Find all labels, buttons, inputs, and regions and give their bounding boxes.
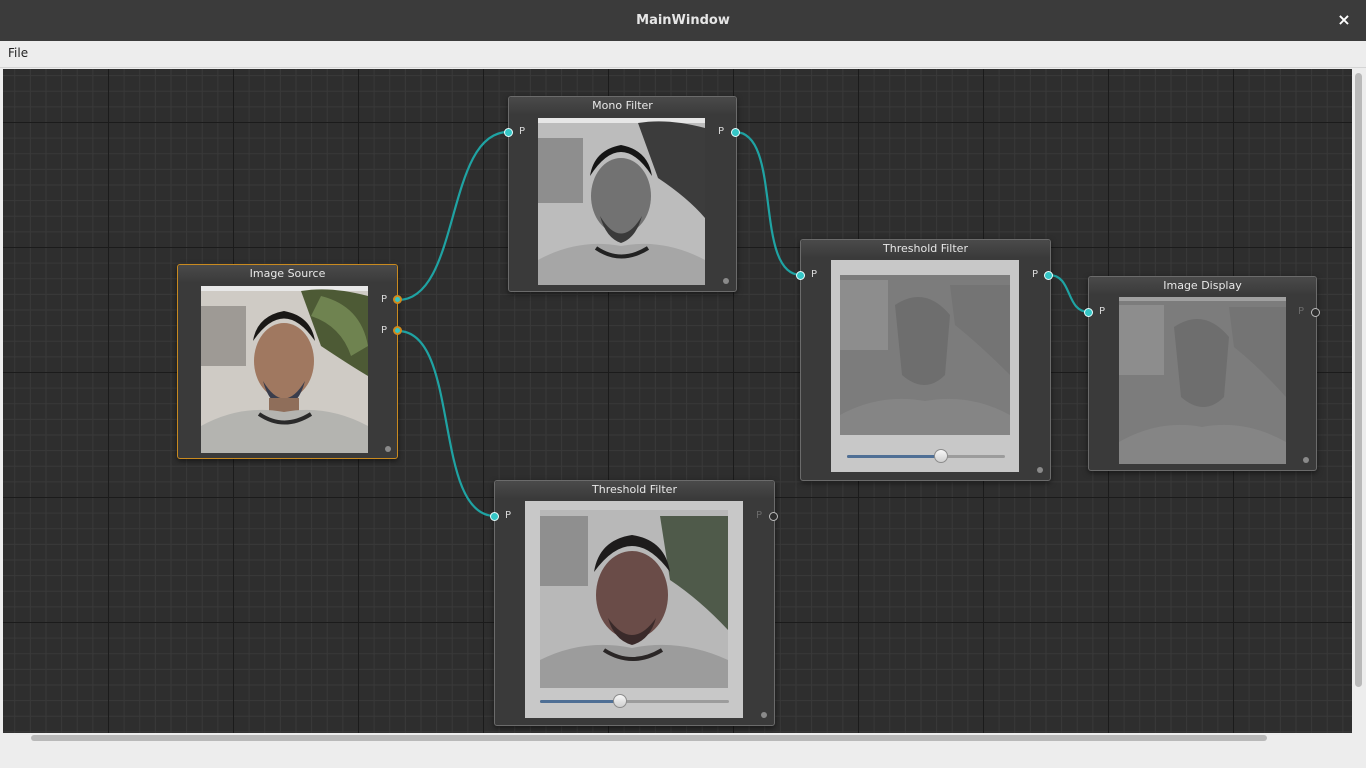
port-label-out-2: P bbox=[381, 325, 388, 336]
output-port[interactable] bbox=[1311, 308, 1320, 317]
slider-fill bbox=[847, 455, 942, 458]
port-label-out: P bbox=[1032, 269, 1039, 280]
close-icon[interactable]: × bbox=[1336, 10, 1352, 30]
input-port[interactable] bbox=[504, 128, 513, 137]
wire-threshold-to-display bbox=[1048, 273, 1090, 314]
output-port[interactable] bbox=[1044, 271, 1053, 280]
wire-source-to-threshold-bottom bbox=[397, 329, 496, 518]
threshold-preview-panel bbox=[831, 260, 1019, 472]
port-label-in: P bbox=[519, 126, 526, 137]
node-image-display[interactable]: Image Display P P bbox=[1084, 276, 1320, 471]
port-label-out: P bbox=[756, 510, 763, 521]
threshold-top-preview bbox=[840, 275, 1010, 435]
menu-file[interactable]: File bbox=[8, 46, 28, 60]
node-title: Mono Filter bbox=[509, 97, 736, 115]
node-title: Threshold Filter bbox=[495, 481, 774, 499]
input-port[interactable] bbox=[490, 512, 499, 521]
output-port[interactable] bbox=[731, 128, 740, 137]
node-threshold-filter-bottom[interactable]: Threshold Filter P P bbox=[490, 480, 778, 726]
output-port[interactable] bbox=[769, 512, 778, 521]
vertical-scrollbar[interactable] bbox=[1355, 73, 1362, 687]
mono-filter-preview bbox=[538, 118, 705, 285]
port-label-in: P bbox=[1099, 306, 1106, 317]
title-bar: MainWindow × bbox=[0, 0, 1366, 41]
image-display-preview bbox=[1119, 297, 1286, 464]
image-source-preview bbox=[201, 286, 368, 453]
input-port[interactable] bbox=[1084, 308, 1093, 317]
resize-handle[interactable] bbox=[1037, 467, 1043, 473]
port-label-out: P bbox=[718, 126, 725, 137]
node-graph-canvas[interactable]: Image Source P P Mono Filter P P Thresho… bbox=[3, 69, 1352, 733]
slider-knob[interactable] bbox=[934, 449, 948, 463]
node-image-source[interactable]: Image Source P P bbox=[177, 264, 402, 459]
resize-handle[interactable] bbox=[385, 446, 391, 452]
threshold-slider[interactable] bbox=[540, 694, 729, 708]
menu-bar: File bbox=[0, 41, 1366, 68]
resize-handle[interactable] bbox=[723, 278, 729, 284]
wire-mono-to-threshold-top bbox=[734, 130, 802, 277]
window-title: MainWindow bbox=[636, 13, 730, 28]
node-mono-filter[interactable]: Mono Filter P P bbox=[504, 96, 740, 292]
input-port[interactable] bbox=[796, 271, 805, 280]
port-label-out: P bbox=[1298, 306, 1305, 317]
resize-handle[interactable] bbox=[1303, 457, 1309, 463]
port-label-out-1: P bbox=[381, 294, 388, 305]
output-port-1[interactable] bbox=[393, 295, 402, 304]
node-title: Threshold Filter bbox=[801, 240, 1050, 258]
node-title: Image Display bbox=[1089, 277, 1316, 295]
node-title: Image Source bbox=[178, 265, 397, 283]
horizontal-scrollbar[interactable] bbox=[31, 735, 1267, 741]
threshold-bottom-preview bbox=[540, 510, 728, 688]
output-port-2[interactable] bbox=[393, 326, 402, 335]
resize-handle[interactable] bbox=[761, 712, 767, 718]
threshold-slider[interactable] bbox=[847, 449, 1005, 463]
threshold-preview-panel bbox=[525, 501, 743, 718]
wire-source-to-mono bbox=[397, 130, 509, 302]
node-threshold-filter-top[interactable]: Threshold Filter P P bbox=[796, 239, 1053, 481]
port-label-in: P bbox=[505, 510, 512, 521]
port-label-in: P bbox=[811, 269, 818, 280]
slider-fill bbox=[540, 700, 620, 703]
slider-knob[interactable] bbox=[613, 694, 627, 708]
